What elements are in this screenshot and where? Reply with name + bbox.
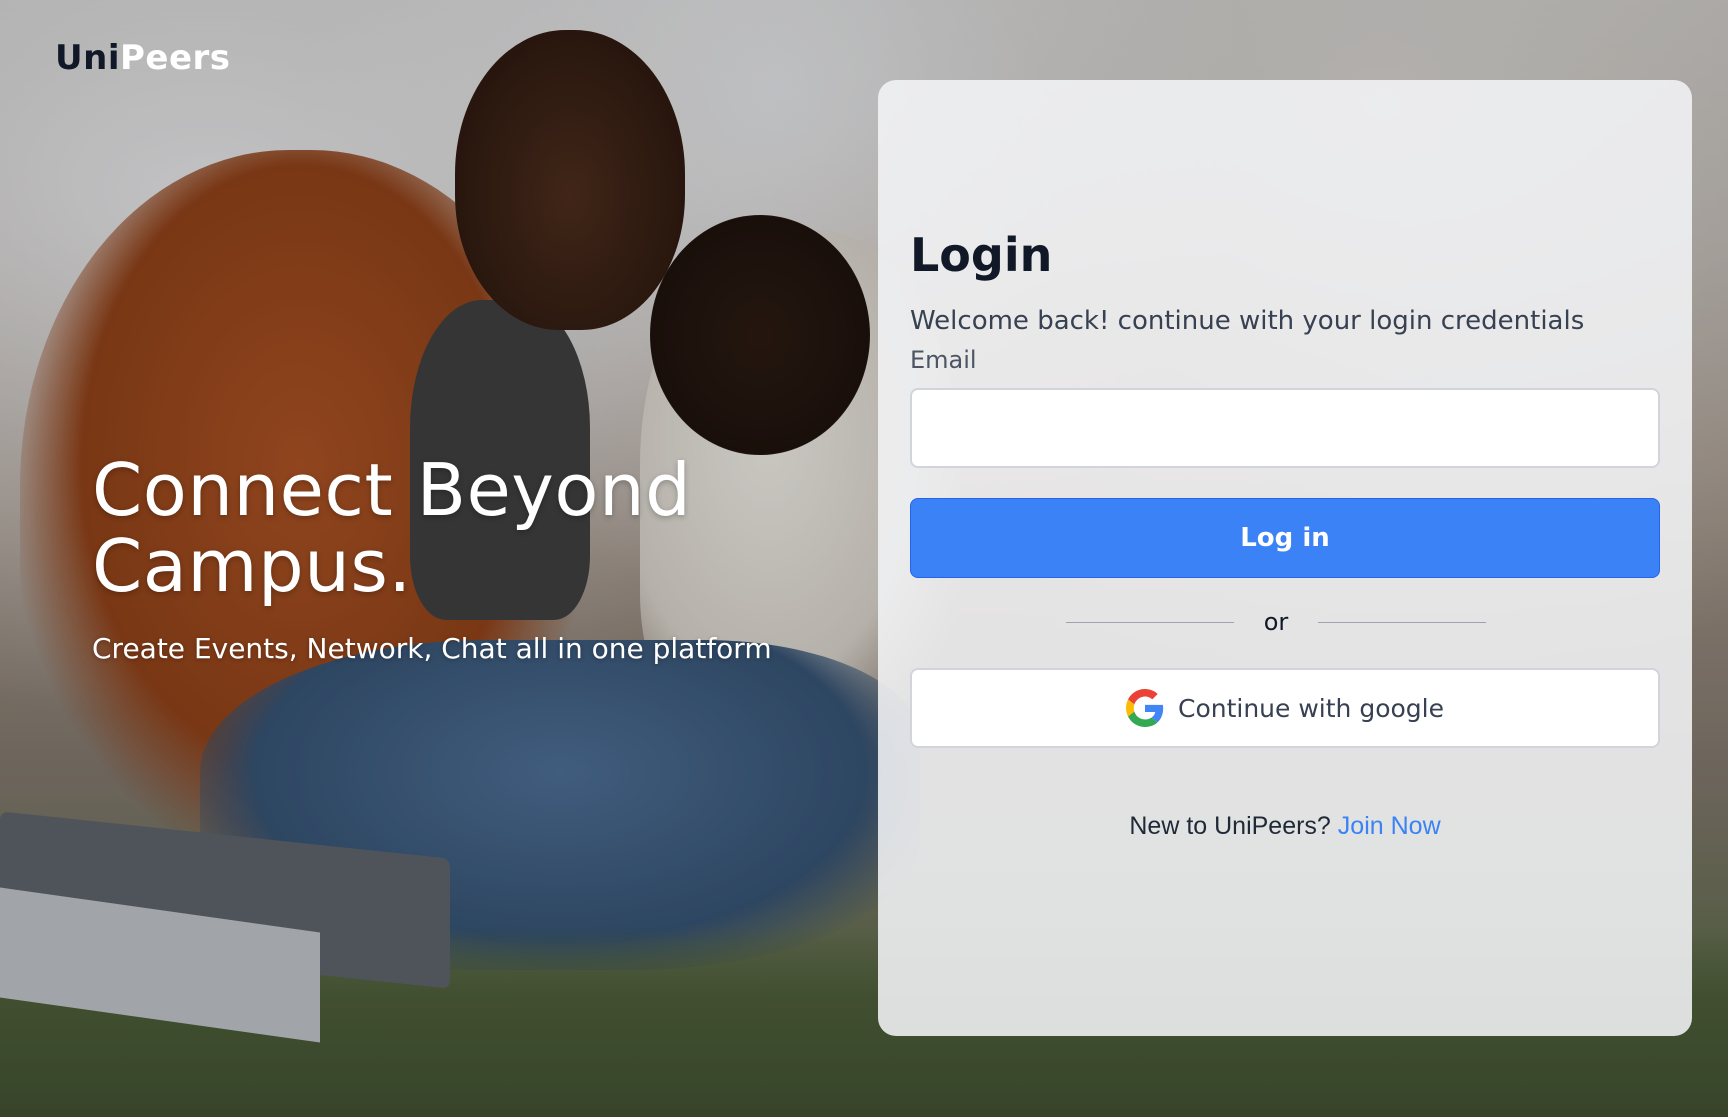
google-login-label: Continue with google (1177, 693, 1444, 723)
login-page: Uni Peers Connect Beyond Campus. Create E… (0, 0, 1728, 1117)
or-divider: or (1066, 602, 1486, 642)
signup-prompt-text: New to UniPeers? (1129, 812, 1331, 840)
email-input[interactable] (910, 388, 1660, 468)
brand-logo-part2: Peers (119, 38, 231, 78)
divider-line-left (1066, 621, 1234, 623)
brand-logo-part1: Uni (55, 38, 120, 78)
hero-section: Connect Beyond Campus. Create Events, Ne… (92, 452, 852, 665)
divider-line-right (1318, 621, 1486, 623)
login-title: Login (910, 228, 1053, 282)
google-login-button[interactable]: Continue with google (910, 668, 1660, 748)
signup-prompt: New to UniPeers? Join Now (910, 812, 1660, 841)
divider-text: or (1263, 608, 1289, 636)
google-icon (1125, 689, 1164, 727)
join-now-link[interactable]: Join Now (1338, 812, 1441, 840)
login-subtitle: Welcome back! continue with your login c… (910, 306, 1585, 336)
hero-title-line1: Connect Beyond (92, 448, 692, 532)
email-label: Email (910, 346, 977, 374)
login-button[interactable]: Log in (910, 498, 1660, 578)
hero-subtitle: Create Events, Network, Chat all in one … (92, 632, 772, 665)
login-card: Login Welcome back! continue with your l… (878, 80, 1692, 1036)
hero-title: Connect Beyond Campus. (92, 452, 852, 604)
brand-logo[interactable]: Uni Peers (55, 38, 231, 78)
hero-title-line2: Campus. (92, 524, 412, 608)
